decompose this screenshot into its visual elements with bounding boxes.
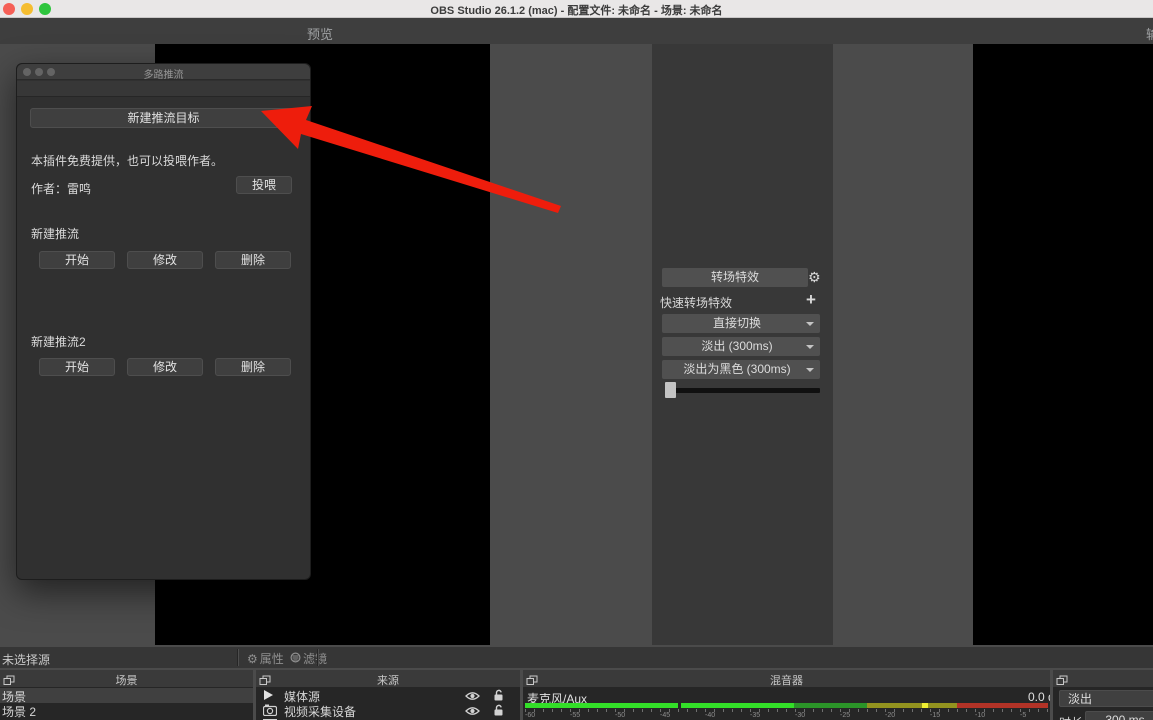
- camera-icon: [263, 704, 277, 719]
- donate-text: 本插件免费提供，也可以投喂作者。: [31, 152, 223, 169]
- scene-transitions-dock: 淡出 时长 300 ms: [1053, 670, 1153, 720]
- tick-label: -35: [750, 712, 760, 719]
- transition-duration-spinbox[interactable]: 300 ms: [1085, 711, 1153, 720]
- chevron-down-icon: [806, 322, 814, 326]
- source-toolbar: 未选择源 ⚙属性 滤镜: [0, 647, 1153, 668]
- scenes-dock: 场景 场景 场景 2: [0, 670, 253, 720]
- source-filters-button[interactable]: 滤镜: [290, 650, 327, 667]
- scene-transitions-dock-header[interactable]: [1053, 670, 1153, 687]
- donate-button[interactable]: 投喂: [236, 176, 292, 194]
- quick-transition-fade-dropdown[interactable]: 淡出 (300ms): [662, 337, 820, 356]
- meter-segment-olive: [867, 703, 957, 708]
- scene-list-item[interactable]: 场景 2: [0, 703, 253, 718]
- scene-transition-dropdown[interactable]: 淡出: [1059, 690, 1153, 707]
- dialog-titlebar[interactable]: 多路推流: [17, 64, 310, 80]
- mixer-dock-header[interactable]: 混音器: [523, 670, 1050, 687]
- stream2-name: 新建推流2: [31, 333, 86, 350]
- window-title: OBS Studio 26.1.2 (mac) - 配置文件: 未命名 - 场景…: [0, 2, 1153, 18]
- transition-button[interactable]: 转场特效: [662, 268, 808, 287]
- quick-transitions-label: 快速转场特效: [660, 294, 732, 311]
- stream2-edit-button[interactable]: 修改: [127, 358, 203, 376]
- source-list-item[interactable]: 媒体源: [256, 688, 520, 703]
- meter-segment-green: [525, 703, 678, 708]
- toolbar-divider: [318, 649, 319, 666]
- meter-tick-strip: [525, 709, 1048, 712]
- stream1-name: 新建推流: [31, 225, 79, 242]
- preview-pane-label: 预览: [240, 24, 400, 43]
- meter-segment-green: [681, 703, 794, 708]
- dock-popout-icon[interactable]: [1056, 673, 1068, 691]
- scenes-dock-title: 场景: [0, 672, 253, 688]
- stream2-start-button[interactable]: 开始: [39, 358, 115, 376]
- program-pane-label: 输出: [1146, 24, 1153, 43]
- visibility-eye-icon[interactable]: [465, 690, 480, 704]
- author-label: 作者：雷鸣: [31, 180, 91, 197]
- source-list-item[interactable]: 视频采集设备: [256, 703, 520, 718]
- stream1-edit-button[interactable]: 修改: [127, 251, 203, 269]
- gear-icon: ⚙: [247, 652, 258, 666]
- tick-label: -50: [615, 712, 625, 719]
- lock-icon[interactable]: [493, 689, 504, 704]
- sources-dock: 来源 媒体源 视频采集设备 窗口采集 2: [256, 670, 520, 720]
- sources-dock-title: 来源: [256, 672, 520, 688]
- quick-transition-cut-dropdown[interactable]: 直接切换: [662, 314, 820, 333]
- transition-duration-label: 时长: [1059, 714, 1083, 720]
- stream1-delete-button[interactable]: 删除: [215, 251, 291, 269]
- toolbar-divider: [238, 649, 239, 666]
- mixer-level-db: 0.0 dB: [1028, 690, 1050, 704]
- stream1-start-button[interactable]: 开始: [39, 251, 115, 269]
- tick-label: -55: [570, 712, 580, 719]
- add-quick-transition-icon[interactable]: +: [806, 292, 816, 308]
- meter-peak-marker: [922, 703, 928, 708]
- scene-list-item[interactable]: 场景: [0, 688, 253, 703]
- tick-label: -60: [525, 712, 535, 719]
- tick-label: -30: [795, 712, 805, 719]
- tick-label: -45: [660, 712, 670, 719]
- mac-titlebar: OBS Studio 26.1.2 (mac) - 配置文件: 未命名 - 场景…: [0, 0, 1153, 18]
- transition-bar-slider[interactable]: [670, 388, 820, 393]
- quick-transition-fade-black-dropdown[interactable]: 淡出为黑色 (300ms): [662, 360, 820, 379]
- source-properties-button[interactable]: ⚙属性: [247, 650, 284, 667]
- filters-icon: [290, 652, 301, 666]
- multistream-dialog: 多路推流 新建推流目标 本插件免费提供，也可以投喂作者。 作者：雷鸣 投喂 新建…: [16, 63, 311, 580]
- mixer-dock-title: 混音器: [523, 672, 1050, 688]
- tick-label: -25: [840, 712, 850, 719]
- scenes-dock-header[interactable]: 场景: [0, 670, 253, 687]
- dialog-toolbar-strip: [17, 81, 310, 97]
- dialog-title: 多路推流: [17, 66, 310, 81]
- new-stream-target-button[interactable]: 新建推流目标: [30, 108, 297, 128]
- visibility-eye-icon[interactable]: [465, 705, 480, 719]
- selected-source-status: 未选择源: [2, 651, 50, 668]
- meter-segment-mid-green: [794, 703, 867, 708]
- tick-label: -15: [930, 712, 940, 719]
- mixer-dock: 混音器 麦克风/Aux 0.0 dB -60 -55 -50 -45 -40 -…: [523, 670, 1050, 720]
- stream2-delete-button[interactable]: 删除: [215, 358, 291, 376]
- transition-bar-handle[interactable]: [665, 382, 676, 398]
- preview-label-strip: 预览 输出: [0, 18, 1153, 44]
- transition-properties-gear-icon[interactable]: ⚙: [808, 270, 821, 284]
- lock-icon[interactable]: [493, 704, 504, 719]
- program-canvas[interactable]: [973, 44, 1153, 645]
- tick-label: -20: [885, 712, 895, 719]
- tick-label: -5: [1020, 712, 1026, 719]
- tick-label: -10: [975, 712, 985, 719]
- chevron-down-icon: [806, 345, 814, 349]
- media-play-icon: [264, 690, 273, 700]
- chevron-down-icon: [806, 368, 814, 372]
- sources-dock-header[interactable]: 来源: [256, 670, 520, 687]
- tick-label: -40: [705, 712, 715, 719]
- meter-segment-red: [957, 703, 1048, 708]
